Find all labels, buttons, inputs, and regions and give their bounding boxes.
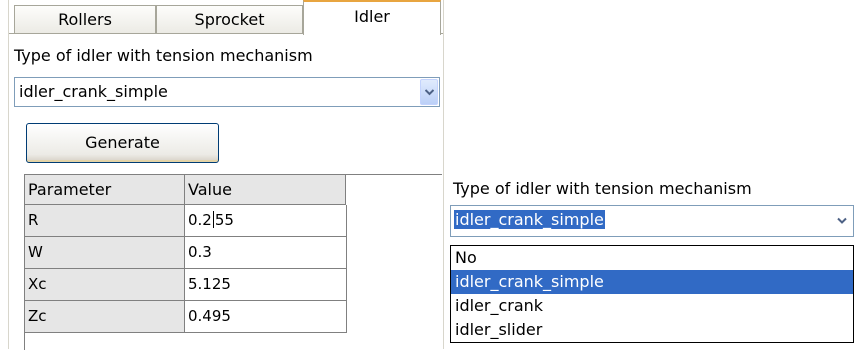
tab-sprocket[interactable]: Sprocket	[156, 5, 303, 33]
tab-rollers[interactable]: Rollers	[14, 5, 156, 33]
param-cell: Xc	[25, 269, 185, 301]
chevron-down-icon[interactable]	[420, 79, 438, 105]
value-cell[interactable]: 0.3	[185, 237, 347, 269]
param-cell: Zc	[25, 301, 185, 333]
option-idler-crank[interactable]: idler_crank	[451, 294, 853, 318]
generate-button[interactable]: Generate	[26, 123, 219, 163]
selected-value: idler_crank_simple	[454, 210, 605, 229]
value-text-after-caret: 55	[214, 211, 234, 229]
idler-type-select-open[interactable]: idler_crank_simple	[450, 205, 854, 237]
idler-type-label: Type of idler with tension mechanism	[14, 46, 313, 65]
option-no[interactable]: No	[451, 246, 853, 270]
parameter-grid: Parameter Value R 0.2 55 W 0.3 Xc 5.125 Z…	[24, 174, 442, 350]
idler-type-value: idler_crank_simple	[19, 82, 168, 101]
table-row: Zc 0.495	[25, 301, 347, 333]
chevron-down-icon[interactable]	[831, 207, 853, 235]
value-cell-editing[interactable]: 0.2 55	[185, 205, 347, 237]
param-cell: R	[25, 205, 185, 237]
tab-idler[interactable]: Idler	[303, 0, 441, 35]
param-cell: W	[25, 237, 185, 269]
table-row: W 0.3	[25, 237, 347, 269]
option-idler-crank-simple[interactable]: idler_crank_simple	[451, 270, 853, 294]
text-caret	[212, 211, 214, 228]
idler-type-label: Type of idler with tension mechanism	[453, 179, 752, 198]
option-idler-slider[interactable]: idler_slider	[451, 318, 853, 342]
value-text-before-caret: 0.2	[188, 211, 212, 229]
value-cell[interactable]: 0.495	[185, 301, 347, 333]
value-column-header: Value	[185, 175, 346, 205]
idler-type-dropdown-list: No idler_crank_simple idler_crank idler_…	[450, 245, 854, 343]
table-row: Xc 5.125	[25, 269, 347, 301]
idler-panel: Rollers Sprocket Idler Type of idler wit…	[8, 0, 444, 350]
value-cell[interactable]: 5.125	[185, 269, 347, 301]
idler-type-select[interactable]: idler_crank_simple	[14, 77, 440, 107]
param-column-header: Parameter	[25, 175, 185, 205]
tab-strip: Rollers Sprocket Idler	[9, 0, 443, 35]
table-row: R 0.2 55	[25, 205, 347, 237]
